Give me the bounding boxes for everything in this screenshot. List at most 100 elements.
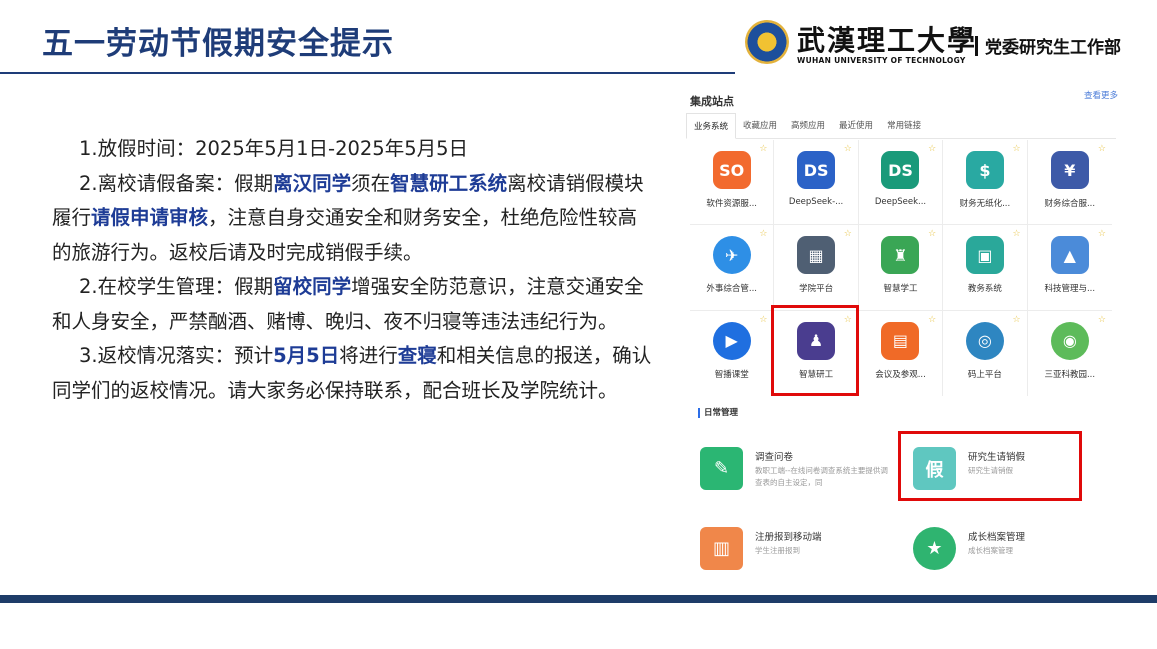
app-tile[interactable]: ☆ ◎ 码上平台 [943,310,1028,396]
app-label: 财务综合服... [1044,199,1096,209]
favorite-star-icon[interactable]: ☆ [1013,144,1021,154]
text-span: 2.在校学生管理：假期 [79,275,274,298]
daily-item-name: 注册报到移动端 [755,532,822,543]
registration-icon: ▥ [700,527,743,570]
favorite-star-icon[interactable]: ☆ [759,229,767,239]
app-label: 财务无纸化... [959,199,1011,209]
app-tile[interactable]: ☆ SO 软件资源服... [690,140,775,226]
survey-icon: ✎ [700,447,743,490]
favorite-star-icon[interactable]: ☆ [928,315,936,325]
highlight-smart-system: 智慧研工系统 [390,171,508,195]
app-label: 外事综合管... [706,284,757,295]
app-label: 软件资源服... [706,199,757,209]
daily-item-survey[interactable]: ✎ 调查问卷 教职工端--在线问卷调查系统主要提供调查表的自主设定，同 [700,447,900,497]
text-span: 将进行 [339,344,398,367]
favorite-star-icon[interactable]: ☆ [759,315,767,325]
app-icon: ✈ [712,236,751,275]
logo-divider [975,36,978,56]
notice-on-campus: 2.在校学生管理：假期留校同学增强安全防范意识，注意交通安全和人身安全，严禁酗酒… [52,270,652,339]
favorite-star-icon[interactable]: ☆ [759,144,767,154]
department-name: 党委研究生工作部 [985,38,1121,58]
text-span: 2.离校请假备案：假期 [79,171,274,195]
notice-holiday-time: 1.放假时间：2025年5月1日-2025年5月5日 [52,132,652,167]
highlight-date: 5月5日 [273,344,340,367]
favorite-star-icon[interactable]: ☆ [844,144,852,154]
app-icon: ▶ [712,321,751,360]
app-tile[interactable]: ☆ $ 财务无纸化... [943,140,1028,226]
app-tile[interactable]: ☆ ¥ 财务综合服... [1027,140,1112,226]
app-grid: ☆ SO 软件资源服... ☆ DS DeepSeek-... ☆ DS DeepSeek...… [690,140,1112,396]
tab-links[interactable]: 常用链接 [880,113,928,138]
slide-title: 五一劳动节假期安全提示 [42,26,394,62]
view-more-link[interactable]: 查看更多 [1084,89,1118,101]
app-label: 科技管理与... [1044,284,1096,295]
app-icon: ♜ [881,236,920,275]
app-label: DeepSeek-... [788,197,844,207]
app-label: 会议及参观... [875,369,926,380]
highlight-box-smart-graduate [771,305,859,396]
app-tile[interactable]: ☆ DS DeepSeek-... [774,140,859,226]
favorite-star-icon[interactable]: ☆ [1098,229,1106,239]
favorite-star-icon[interactable]: ☆ [1098,144,1106,154]
app-icon: ▣ [965,236,1004,275]
daily-item-name: 调查问卷 [755,452,794,463]
favorite-star-icon[interactable]: ☆ [928,144,936,154]
tab-favorites[interactable]: 收藏应用 [736,113,784,138]
app-tile[interactable]: ☆ ♜ 智慧学工 [858,225,944,311]
app-label: 智播课堂 [714,369,749,380]
app-tile[interactable]: ☆ ✈ 外事综合管... [690,225,775,311]
favorite-star-icon[interactable]: ☆ [1013,315,1021,325]
university-name-en: WUHAN UNIVERSITY OF TECHNOLOGY [797,56,966,65]
app-icon: ◎ [965,321,1004,360]
highlight-leaving-students: 离汉同学 [273,171,352,195]
tab-recent[interactable]: 最近使用 [832,113,880,138]
app-tile[interactable]: ☆ ▤ 会议及参观... [859,310,944,396]
portal-title: 集成站点 [690,95,734,108]
app-tile[interactable]: ☆ DS DeepSeek... [858,140,944,226]
favorite-star-icon[interactable]: ☆ [844,229,852,239]
app-icon: ▤ [881,321,920,360]
daily-item-name: 成长档案管理 [968,532,1026,543]
app-tile[interactable]: ☆ ▲ 科技管理与... [1027,225,1112,311]
app-label: DeepSeek... [874,197,927,207]
text-span: 1.放假时间：2025年5月1日-2025年5月5日 [79,137,469,160]
app-icon: DS [797,151,836,189]
app-icon: ¥ [1050,151,1089,189]
highlight-dorm-check: 查寝 [397,344,437,367]
title-underline [0,72,735,74]
app-label: 码上平台 [967,369,1002,380]
app-tile[interactable]: ☆ ▦ 学院平台 [774,225,859,311]
favorite-star-icon[interactable]: ☆ [1098,315,1106,325]
app-tile[interactable]: ☆ ◉ 三亚科教园... [1028,311,1112,396]
app-icon: ▦ [797,236,836,275]
app-icon: SO [712,151,751,189]
highlight-box-leave-request [898,431,1082,501]
portal-tabs: 业务系统 收藏应用 高频应用 最近使用 常用链接 [686,113,1116,139]
tab-business-systems[interactable]: 业务系统 [686,113,737,139]
highlight-staying-students: 留校同学 [273,275,352,298]
tab-frequent[interactable]: 高频应用 [784,113,832,138]
favorite-star-icon[interactable]: ☆ [928,229,936,239]
portal-screenshot: 集成站点 查看更多 业务系统 收藏应用 高频应用 最近使用 常用链接 ☆ SO 软件… [686,86,1126,576]
daily-management-heading: 日常管理 [698,408,738,418]
app-label: 学院平台 [799,284,834,295]
app-icon: ◉ [1050,321,1089,360]
notice-return-check: 3.返校情况落实：预计5月5日将进行查寝和相关信息的报送，确认同学们的返校情况。… [52,339,652,408]
university-name-cn: 武漢理工大學 [797,24,978,57]
app-label: 智慧学工 [883,284,918,295]
favorite-star-icon[interactable]: ☆ [1013,229,1021,239]
university-emblem-icon [745,20,789,64]
app-tile[interactable]: ☆ ▣ 教务系统 [943,225,1028,311]
notice-text: 1.放假时间：2025年5月1日-2025年5月5日 2.离校请假备案：假期离汉… [52,132,652,408]
notice-leave-filing: 2.离校请假备案：假期离汉同学须在智慧研工系统离校请销假模块履行请假申请审核，注… [52,167,652,271]
app-icon: DS [881,151,920,189]
text-span: 须在 [351,171,391,195]
app-icon: ▲ [1050,236,1089,275]
app-icon: $ [965,151,1004,189]
app-tile[interactable]: ☆ ▶ 智播课堂 [690,310,775,396]
university-logo: 武漢理工大學 WUHAN UNIVERSITY OF TECHNOLOGY 党委… [745,18,1145,68]
daily-item-growth-archive[interactable]: ★ 成长档案管理 成长档案管理 [913,527,1113,577]
daily-item-registration[interactable]: ▥ 注册报到移动端 学生注册报到 [700,527,900,577]
app-label: 教务系统 [967,284,1002,295]
app-label: 三亚科教园... [1044,369,1096,380]
